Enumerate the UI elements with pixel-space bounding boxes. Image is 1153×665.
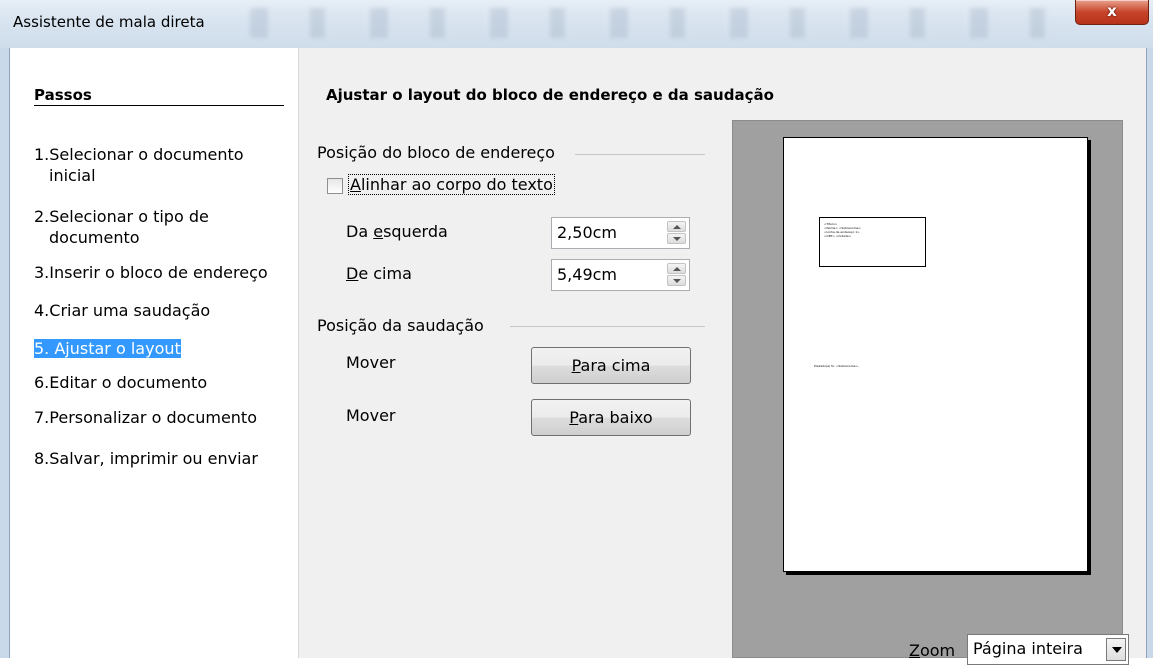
title-bar-background bbox=[250, 8, 1050, 38]
mnemonic-key: P bbox=[571, 356, 581, 375]
zoom-dropdown[interactable]: Página inteira bbox=[967, 634, 1129, 665]
zoom-label: Zoom bbox=[909, 641, 955, 660]
layout-preview[interactable]: <Título> <Nome> <Sobrenome> <Linha de en… bbox=[732, 120, 1123, 658]
spinbox-value[interactable]: 5,49cm bbox=[557, 265, 617, 284]
label-text: squerda bbox=[383, 222, 448, 241]
label-text: Da bbox=[346, 222, 374, 241]
step-number: 7. bbox=[34, 408, 50, 427]
button-label: ara cima bbox=[580, 356, 651, 375]
align-to-body-label[interactable]: Alinhar ao corpo do texto bbox=[348, 174, 555, 195]
label-text: e cima bbox=[358, 264, 412, 283]
move-label: Mover bbox=[346, 406, 396, 425]
step-number: 2. bbox=[34, 207, 50, 226]
dialog-client-area: Passos 1.Selecionar o documento inicial … bbox=[9, 48, 1147, 665]
preview-address-line: <CEP> <Cidade> bbox=[824, 234, 852, 238]
step-label: Selecionar o documento bbox=[49, 145, 244, 164]
group-divider bbox=[510, 326, 705, 327]
step-item-7[interactable]: 7.Personalizar o documento bbox=[34, 407, 289, 428]
step-item-6[interactable]: 6.Editar o documento bbox=[34, 372, 289, 393]
spinbox-value[interactable]: 2,50cm bbox=[557, 223, 617, 242]
preview-salutation: Prezado(a) Sr. <Sobrenome>, bbox=[814, 364, 859, 368]
step-number: 8. bbox=[34, 449, 50, 468]
step-item-4[interactable]: 4.Criar uma saudação bbox=[34, 300, 289, 321]
main-panel: Ajustar o layout do bloco de endereço e … bbox=[299, 48, 1146, 665]
step-item-8[interactable]: 8.Salvar, imprimir ou enviar bbox=[34, 448, 289, 469]
move-down-button[interactable]: Para baixo bbox=[531, 399, 691, 436]
align-to-body-checkbox[interactable] bbox=[327, 178, 343, 194]
from-left-spinbox[interactable]: 2,50cm bbox=[551, 217, 690, 249]
step-item-3[interactable]: 3.Inserir o bloco de endereço bbox=[34, 262, 289, 283]
step-item-5[interactable]: 5. Ajustar o layout bbox=[34, 338, 289, 359]
mnemonic-key: D bbox=[346, 264, 359, 283]
window-title: Assistente de mala direta bbox=[13, 13, 205, 31]
step-number: 3. bbox=[34, 263, 50, 282]
step-label-continued: documento bbox=[49, 228, 140, 247]
step-label: Selecionar o tipo de bbox=[49, 207, 209, 226]
move-up-button[interactable]: Para cima bbox=[531, 347, 691, 384]
steps-divider bbox=[34, 105, 284, 106]
close-icon: x bbox=[1107, 2, 1117, 20]
step-label: Criar uma saudação bbox=[49, 301, 211, 320]
salutation-position-group-title: Posição da saudação bbox=[317, 316, 484, 335]
spin-buttons bbox=[667, 221, 686, 245]
label-text: linhar ao corpo do texto bbox=[360, 175, 553, 194]
spin-down-icon[interactable] bbox=[667, 275, 686, 286]
label-text: oom bbox=[919, 641, 956, 660]
move-label: Mover bbox=[346, 353, 396, 372]
from-left-label: Da esquerda bbox=[346, 222, 448, 241]
mnemonic-key: e bbox=[373, 222, 384, 241]
title-bar[interactable]: Assistente de mala direta x bbox=[0, 0, 1153, 48]
mnemonic-key: P bbox=[569, 408, 579, 427]
zoom-selected-value: Página inteira bbox=[973, 639, 1083, 658]
step-label-continued: inicial bbox=[49, 166, 96, 185]
step-label: Inserir o bloco de endereço bbox=[49, 263, 268, 282]
step-item-1[interactable]: 1.Selecionar o documento inicial bbox=[34, 144, 289, 186]
spin-up-icon[interactable] bbox=[667, 221, 686, 232]
dialog-window: Assistente de mala direta x Passos 1.Sel… bbox=[0, 0, 1153, 665]
address-position-group-title: Posição do bloco de endereço bbox=[317, 143, 555, 162]
step-number: 6. bbox=[34, 373, 50, 392]
from-top-spinbox[interactable]: 5,49cm bbox=[551, 259, 690, 291]
step-number: 5. bbox=[34, 339, 50, 358]
page-title: Ajustar o layout do bloco de endereço e … bbox=[326, 86, 774, 104]
group-divider bbox=[575, 154, 705, 155]
steps-sidebar: Passos 1.Selecionar o documento inicial … bbox=[10, 48, 299, 658]
step-label: Salvar, imprimir ou enviar bbox=[49, 449, 258, 468]
preview-page: <Título> <Nome> <Sobrenome> <Linha de en… bbox=[783, 137, 1088, 572]
spin-buttons bbox=[667, 263, 686, 287]
step-label: Personalizar o documento bbox=[49, 408, 257, 427]
step-label: Editar o documento bbox=[49, 373, 208, 392]
button-label: ara baixo bbox=[578, 408, 653, 427]
step-label: Ajustar o layout bbox=[54, 339, 181, 358]
close-button[interactable]: x bbox=[1075, 0, 1149, 25]
spin-up-icon[interactable] bbox=[667, 263, 686, 274]
mnemonic-key: Z bbox=[909, 641, 920, 660]
mnemonic-key: A bbox=[350, 175, 361, 194]
preview-address-block[interactable]: <Título> <Nome> <Sobrenome> <Linha de en… bbox=[819, 217, 926, 267]
steps-title: Passos bbox=[34, 86, 92, 104]
from-top-label: De cima bbox=[346, 264, 412, 283]
spin-down-icon[interactable] bbox=[667, 233, 686, 244]
step-number: 4. bbox=[34, 301, 50, 320]
step-item-2[interactable]: 2.Selecionar o tipo de documento bbox=[34, 206, 289, 248]
step-label-selected: 5. Ajustar o layout bbox=[34, 339, 181, 358]
step-number: 1. bbox=[34, 145, 50, 164]
